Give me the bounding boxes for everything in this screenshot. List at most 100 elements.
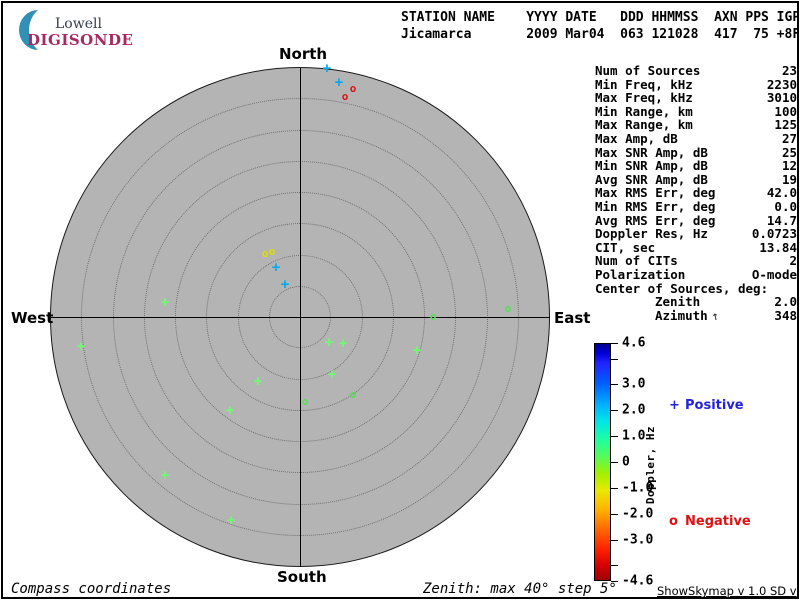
doppler-colorbar <box>594 343 611 581</box>
stat-value: 25 <box>781 144 797 160</box>
stat-value: 23 <box>781 63 797 78</box>
colorbar-tick <box>611 513 618 515</box>
lowell-digisonde-logo: Lowell DIGISONDE <box>11 9 141 51</box>
footer-coordinates-note: Compass coordinates <box>11 581 172 597</box>
compass-label-south: South <box>277 568 327 586</box>
legend-positive-label: Positive <box>685 398 744 413</box>
source-point-positive: + <box>334 74 344 91</box>
colorbar-title: Doppler, Hz <box>644 425 657 505</box>
stat-row: Polarization O-mode <box>595 268 797 282</box>
colorbar-tick-label: -3.0 <box>622 532 654 548</box>
compass-label-north: North <box>279 45 328 63</box>
source-point-positive: + <box>271 259 281 276</box>
legend-positive: + Positive <box>669 398 744 413</box>
stat-value: 42.0 <box>766 185 797 201</box>
stat-label: Min Freq, kHz <box>595 76 693 92</box>
stat-value: 0.0 <box>774 198 797 214</box>
source-point-negative: o <box>349 388 357 402</box>
source-point-negative: o <box>341 90 349 104</box>
stat-row: Max RMS Err, deg 42.0 <box>595 186 797 200</box>
source-point-negative: o <box>261 247 269 261</box>
logo-digisonde-text: DIGISONDE <box>27 31 134 49</box>
stat-row: Min RMS Err, deg 0.0 <box>595 200 797 214</box>
stat-value: 0.0723 <box>751 226 797 242</box>
stat-row: Max Range, km 125 <box>595 118 797 132</box>
colorbar-tick-label: -2.0 <box>622 506 654 522</box>
stat-label: Center of Sources, deg: <box>595 280 769 296</box>
source-point-negative: o <box>429 310 437 324</box>
colorbar-tick <box>611 410 618 412</box>
stat-row: Min Range, km 100 <box>595 105 797 119</box>
colorbar-tick <box>611 539 618 541</box>
stat-row: Min Freq, kHz 2230 <box>595 76 797 92</box>
stat-label: Max RMS Err, deg <box>595 185 716 201</box>
stat-label: Zenith <box>655 294 701 310</box>
source-point-positive: + <box>76 338 86 355</box>
colorbar-tick-label: 0 <box>622 454 630 470</box>
source-point-negative: o <box>504 302 512 316</box>
legend-negative: o Negative <box>669 514 751 529</box>
header-values-row: Jicamarca 2009 Mar04 063 121028 417 75 +… <box>401 27 799 42</box>
source-point-positive: + <box>322 60 332 77</box>
north-south-axis <box>300 68 301 567</box>
colorbar-tick <box>611 487 618 489</box>
compass-label-east: East <box>554 309 591 327</box>
stat-row: Num of Sources 23 <box>595 64 797 78</box>
source-point-positive: + <box>327 366 337 383</box>
stat-row: CIT, sec 13.84 <box>595 241 797 255</box>
stat-value: 19 <box>781 171 797 187</box>
skymap-window: Lowell DIGISONDE STATION NAME YYYY DATE … <box>1 1 799 599</box>
source-point-positive: + <box>412 342 422 359</box>
header-columns-row: STATION NAME YYYY DATE DDD HHMMSS AXN PP… <box>401 10 799 25</box>
stat-label: Avg SNR Amp, dB <box>595 171 708 187</box>
stat-row: Doppler Res, Hz 0.0723 <box>595 227 797 241</box>
stat-row: Zenith 2.0 <box>595 295 797 309</box>
stat-row: Num of CITs 2 <box>595 254 797 268</box>
stat-row: Avg SNR Amp, dB 19 <box>595 173 797 187</box>
source-point-positive: + <box>225 402 235 419</box>
stat-value: 100 <box>774 103 797 119</box>
colorbar-tick <box>611 436 618 438</box>
colorbar-tick <box>611 565 618 567</box>
footer-version-text: ShowSkymap v 1.0 SD v 4.2 <box>657 584 797 598</box>
stat-label: Min SNR Amp, dB <box>595 158 708 174</box>
footer-zenith-note: Zenith: max 40° step 5° <box>423 581 617 597</box>
stat-label: Avg RMS Err, deg <box>595 212 716 228</box>
plus-marker-icon: + <box>669 398 680 413</box>
colorbar-tick-label: 2.0 <box>622 402 646 418</box>
colorbar-tick-label: 3.0 <box>622 376 646 392</box>
source-point-positive: + <box>253 373 263 390</box>
stat-value: 12 <box>781 158 797 174</box>
colorbar-tick-label: 4.6 <box>622 335 646 351</box>
source-point-negative: o <box>301 395 309 409</box>
source-point-positive: + <box>160 467 170 484</box>
source-point-positive: + <box>280 276 290 293</box>
stat-label: Num of CITs <box>595 253 678 269</box>
source-point-negative: o <box>268 245 276 259</box>
logo-lowell-text: Lowell <box>55 16 102 32</box>
stat-row: Max Freq, kHz 3010 <box>595 91 797 105</box>
stat-value: 2230 <box>766 76 797 92</box>
stat-label: Doppler Res, Hz <box>595 226 708 242</box>
stat-value: 14.7 <box>766 212 797 228</box>
colorbar-tick-label: 1.0 <box>622 428 646 444</box>
stat-label: Max Freq, kHz <box>595 90 693 106</box>
stat-label: CIT, sec <box>595 239 656 255</box>
stat-value: 348 <box>774 307 797 323</box>
stat-value: 27 <box>781 130 797 146</box>
stat-label: Max Range, km <box>595 117 693 133</box>
source-point-positive: + <box>338 335 348 352</box>
stat-label: Num of Sources <box>595 63 701 78</box>
stat-row: Center of Sources, deg: <box>595 280 797 296</box>
stats-panel: Num of Sources 23 Min Freq, kHz 2230 Max Fre… <box>595 64 797 324</box>
stat-row: Azimuth ↑ 348 <box>595 307 797 324</box>
stat-label: Polarization <box>595 266 686 282</box>
stat-row: Max SNR Amp, dB 25 <box>595 144 797 160</box>
stat-label: Max SNR Amp, dB <box>595 144 708 160</box>
stat-value: 3010 <box>766 90 797 106</box>
source-point-positive: + <box>226 512 236 529</box>
source-point-positive: + <box>324 334 334 351</box>
stat-label: Azimuth ↑ <box>655 309 720 324</box>
colorbar-tick <box>611 343 618 344</box>
colorbar-tick <box>611 462 618 463</box>
